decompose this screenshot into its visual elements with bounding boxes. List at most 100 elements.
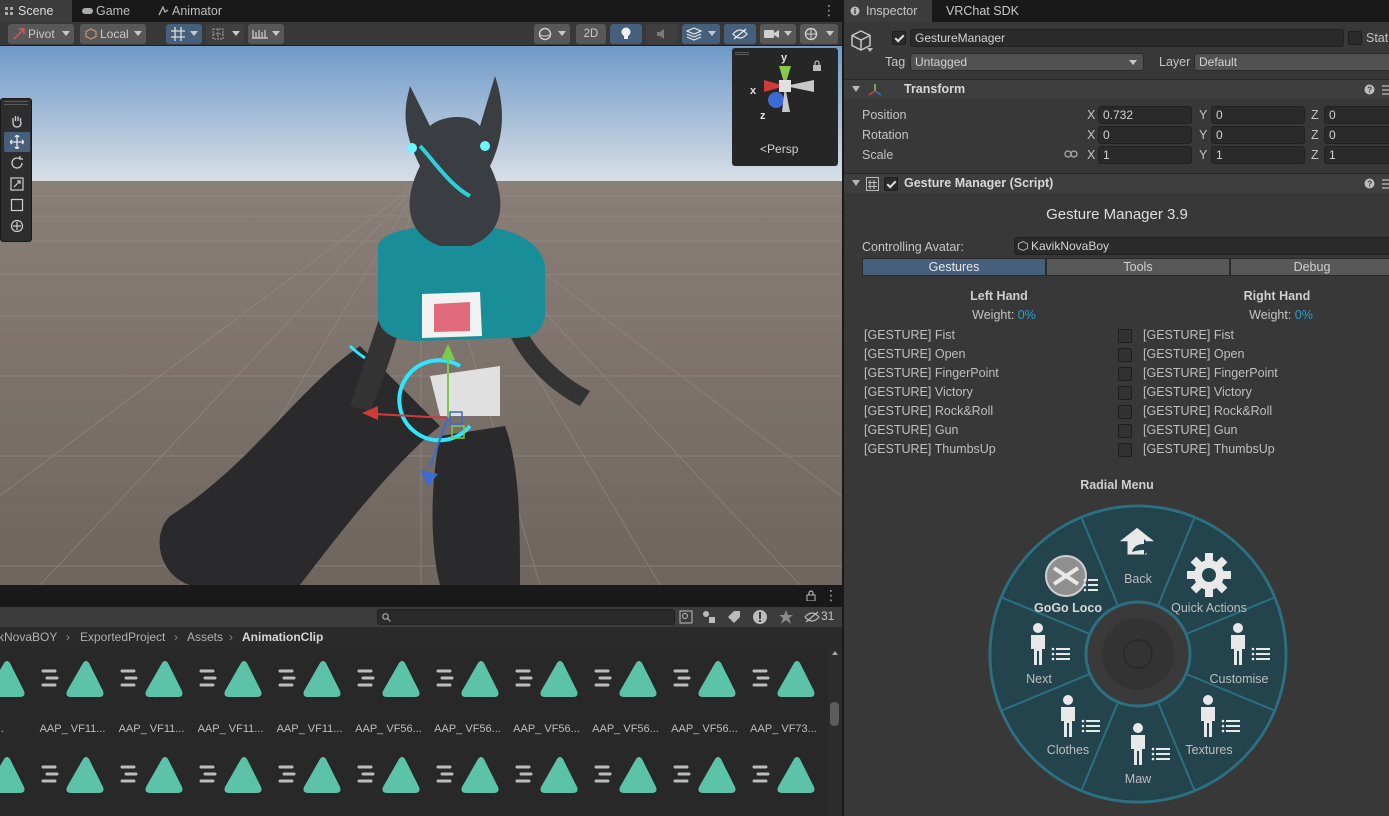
link-constrain-icon[interactable] — [1064, 149, 1078, 159]
position-y-field[interactable]: 0 — [1211, 106, 1305, 124]
left-gesture-item[interactable]: [GESTURE] Fist — [864, 328, 955, 342]
tag-dropdown[interactable]: Untagged — [910, 53, 1144, 71]
object-name-field[interactable]: GestureManager — [910, 29, 1344, 47]
asset-item[interactable]: AAP_ VF56... — [586, 657, 665, 737]
right-gesture-item[interactable]: [GESTURE] Fist — [1143, 328, 1234, 342]
settings-sliders-icon[interactable] — [1382, 84, 1389, 95]
gesture-checkbox[interactable] — [1118, 424, 1132, 438]
tab-scene[interactable]: Scene — [0, 0, 72, 22]
scene-visibility-toggle[interactable] — [724, 24, 756, 44]
left-gesture-item[interactable]: [GESTURE] ThumbsUp — [864, 442, 996, 456]
asset-item[interactable]: 11... — [0, 657, 33, 737]
asset-item[interactable]: AAP_ VF73... — [744, 657, 823, 737]
help-icon[interactable]: ? — [1364, 84, 1375, 95]
toggle-2d-button[interactable]: 2D — [576, 24, 606, 44]
move-tool[interactable] — [4, 132, 30, 152]
gesture-checkbox[interactable] — [1118, 386, 1132, 400]
radial-customise[interactable]: Customise — [1189, 672, 1289, 686]
breadcrumb-current[interactable]: AnimationClip — [242, 627, 323, 647]
asset-item[interactable] — [112, 753, 191, 816]
tab-inspector[interactable]: Inspector — [844, 0, 932, 22]
tab-animator[interactable]: Animator — [154, 0, 238, 22]
shading-mode-dropdown[interactable] — [534, 24, 570, 44]
static-checkbox[interactable] — [1348, 31, 1362, 45]
breadcrumb-item[interactable]: kNovaBOY — [0, 627, 57, 647]
rotate-tool[interactable] — [4, 153, 30, 173]
left-gesture-item[interactable]: [GESTURE] FingerPoint — [864, 366, 999, 380]
scroll-thumb[interactable] — [830, 702, 839, 726]
asset-item[interactable] — [349, 753, 428, 816]
more-menu-icon[interactable]: ⋮ — [824, 588, 838, 602]
gesture-checkbox[interactable] — [1118, 405, 1132, 419]
right-gesture-item[interactable]: [GESTURE] Open — [1143, 347, 1244, 361]
scale-y-field[interactable]: 1 — [1211, 146, 1305, 164]
asset-item[interactable]: AAP_ VF11... — [112, 657, 191, 737]
left-gesture-item[interactable]: [GESTURE] Victory — [864, 385, 973, 399]
script-header[interactable]: Gesture Manager (Script) ? — [844, 173, 1389, 193]
projection-toggle[interactable]: <Persp — [760, 142, 798, 156]
hand-tool[interactable] — [4, 111, 30, 131]
asset-item[interactable] — [33, 753, 112, 816]
radial-back[interactable]: Back — [1088, 572, 1188, 586]
transform-tool[interactable] — [4, 216, 30, 236]
avatar-object-field[interactable]: KavikNovaBoy — [1014, 237, 1389, 255]
asset-item[interactable] — [191, 753, 270, 816]
label-tag-icon[interactable] — [727, 610, 741, 624]
asset-item[interactable] — [586, 753, 665, 816]
layer-dropdown[interactable]: Default — [1194, 53, 1389, 71]
right-gesture-item[interactable]: [GESTURE] Victory — [1143, 385, 1252, 399]
grid-snap-button[interactable] — [166, 24, 202, 44]
left-gesture-item[interactable]: [GESTURE] Gun — [864, 423, 958, 437]
settings-sliders-icon[interactable] — [1382, 178, 1389, 189]
tab-game[interactable]: Game — [78, 0, 148, 22]
asset-item[interactable] — [744, 753, 823, 816]
audio-toggle[interactable] — [646, 24, 678, 44]
drag-handle[interactable] — [735, 52, 749, 55]
radial-gogo-loco[interactable]: GoGo Loco — [1018, 601, 1118, 615]
eye-hidden-icon[interactable] — [804, 611, 820, 623]
pivot-dropdown[interactable]: Pivot — [8, 24, 74, 44]
camera-dropdown[interactable] — [760, 24, 796, 44]
radial-clothes[interactable]: Clothes — [1018, 743, 1118, 757]
chevron-down-icon[interactable] — [867, 48, 873, 52]
radial-quick-actions[interactable]: Quick Actions — [1159, 601, 1259, 615]
search-scope-icon[interactable] — [679, 610, 693, 624]
asset-item[interactable]: AAP_ VF56... — [349, 657, 428, 737]
right-gesture-item[interactable]: [GESTURE] FingerPoint — [1143, 366, 1278, 380]
tab-tools[interactable]: Tools — [1046, 258, 1230, 276]
rotation-x-field[interactable]: 0 — [1098, 126, 1192, 144]
position-z-field[interactable]: 0 — [1324, 106, 1389, 124]
gesture-checkbox[interactable] — [1118, 329, 1132, 343]
asset-item[interactable] — [270, 753, 349, 816]
scroll-up-icon[interactable] — [832, 651, 838, 655]
right-gesture-item[interactable]: [GESTURE] Rock&Roll — [1143, 404, 1272, 418]
right-gesture-item[interactable]: [GESTURE] Gun — [1143, 423, 1237, 437]
ruler-button[interactable] — [248, 24, 284, 44]
active-checkbox[interactable] — [892, 31, 906, 45]
gizmos-dropdown[interactable] — [800, 24, 838, 44]
transform-header[interactable]: Transform ? — [844, 79, 1389, 99]
right-gesture-item[interactable]: [GESTURE] ThumbsUp — [1143, 442, 1275, 456]
drag-handle[interactable] — [4, 101, 28, 105]
effects-dropdown[interactable] — [682, 24, 720, 44]
star-icon[interactable] — [779, 610, 793, 624]
asset-item[interactable]: AAP_ VF11... — [33, 657, 112, 737]
warning-icon[interactable] — [752, 609, 768, 625]
radial-maw[interactable]: Maw — [1088, 772, 1188, 786]
tab-debug[interactable]: Debug — [1230, 258, 1389, 276]
asset-item[interactable]: AAP_ VF56... — [507, 657, 586, 737]
project-search-input[interactable] — [377, 609, 675, 625]
radial-textures[interactable]: Textures — [1159, 743, 1259, 757]
left-gesture-item[interactable]: [GESTURE] Rock&Roll — [864, 404, 993, 418]
scene-viewport[interactable]: y x z <Persp — [0, 46, 842, 585]
asset-item[interactable] — [665, 753, 744, 816]
asset-scrollbar[interactable] — [828, 647, 842, 816]
scale-tool[interactable] — [4, 174, 30, 194]
scale-z-field[interactable]: 1 — [1324, 146, 1389, 164]
asset-item[interactable]: AAP_ VF56... — [665, 657, 744, 737]
tab-gestures[interactable]: Gestures — [862, 258, 1046, 276]
lock-icon[interactable] — [806, 590, 816, 601]
scale-x-field[interactable]: 1 — [1098, 146, 1192, 164]
orientation-gizmo[interactable]: y x z <Persp — [732, 48, 838, 166]
rotation-z-field[interactable]: 0 — [1324, 126, 1389, 144]
